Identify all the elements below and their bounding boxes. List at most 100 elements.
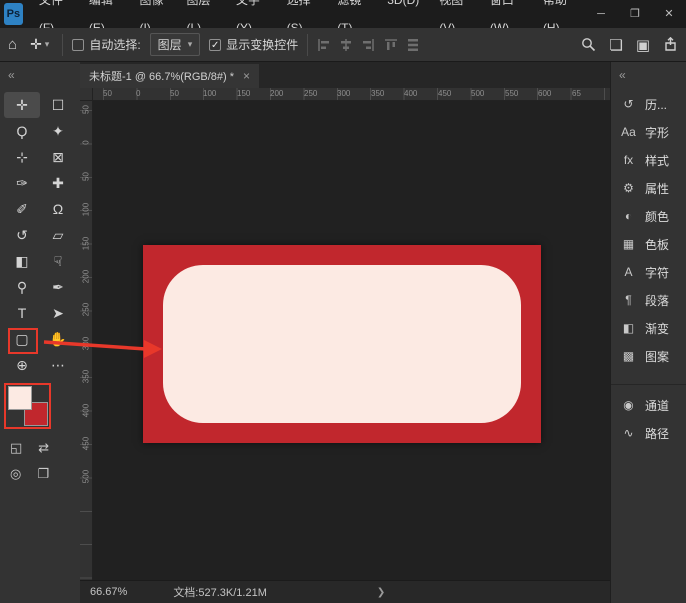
default-colors-icon[interactable]: ◱ xyxy=(10,440,22,456)
gradient-icon: ◧ xyxy=(620,321,637,335)
crop-tool[interactable]: ⊹ xyxy=(4,144,40,170)
clone-stamp-tool[interactable]: Ω xyxy=(40,196,76,222)
panel-tab-paragraph[interactable]: ¶ 段落 xyxy=(611,286,686,314)
maximize-button[interactable]: ❐ xyxy=(618,0,652,28)
color-icon: ◐ xyxy=(620,209,637,223)
panel-tab-paths[interactable]: ∿ 路径 xyxy=(611,419,686,447)
rectangular-marquee-tool[interactable]: ☐ xyxy=(40,92,76,118)
edit-toolbar-button[interactable]: ⋯ xyxy=(40,352,76,378)
zoom-tool[interactable]: ⊕ xyxy=(4,352,40,378)
panel-tab-gradients[interactable]: ◧ 渐变 xyxy=(611,314,686,342)
lasso-tool[interactable]: Ϙ xyxy=(4,118,40,144)
align-left-edges-icon[interactable] xyxy=(317,38,331,52)
toolbox: « ✛ ☐ Ϙ ✦ ⊹ ⊠ ✑ ✚ ✐ Ω ↺ ▱ ◧ ☟ ⚲ ✒ T ➤ ▢ … xyxy=(0,62,80,603)
show-transform-label: 显示变换控件 xyxy=(226,36,298,53)
tool-preset-picker[interactable]: ✛ ▾ xyxy=(26,34,53,55)
auto-select-checkbox[interactable]: 自动选择: xyxy=(72,36,140,53)
eyedropper-tool[interactable]: ✑ xyxy=(4,170,40,196)
panel-tab-swatches[interactable]: ▦ 色板 xyxy=(611,230,686,258)
search-icon[interactable] xyxy=(581,37,596,52)
move-tool[interactable]: ✛ xyxy=(4,92,40,118)
quick-selection-tool[interactable]: ✦ xyxy=(40,118,76,144)
screen-mode-button[interactable]: ❐ xyxy=(37,466,49,482)
color-swatches xyxy=(8,386,48,426)
canvas-pasteboard[interactable] xyxy=(93,101,610,580)
align-horizontal-centers-icon[interactable] xyxy=(339,38,353,52)
frame-tool[interactable]: ⊠ xyxy=(40,144,76,170)
align-top-edges-icon[interactable] xyxy=(384,38,398,52)
panel-label: 样式 xyxy=(645,152,669,169)
hand-tool[interactable]: ✋ xyxy=(40,326,76,352)
panel-tab-character[interactable]: A 字符 xyxy=(611,258,686,286)
foreground-color-swatch[interactable] xyxy=(8,386,32,410)
home-icon[interactable]: ⌂ xyxy=(8,36,17,53)
ruler-label: 150 xyxy=(82,233,91,255)
close-button[interactable]: ✕ xyxy=(652,0,686,28)
rectangle-tool[interactable]: ▢ xyxy=(4,326,40,352)
vertical-ruler: 50 0 50 100 150 200 250 300 350 400 450 … xyxy=(80,101,93,580)
paths-icon: ∿ xyxy=(620,426,637,440)
document-tab[interactable]: 未标题-1 @ 66.7%(RGB/8#) * × xyxy=(80,64,259,88)
auto-select-target-dropdown[interactable]: 图层 ▾ xyxy=(150,33,201,56)
panel-tab-color[interactable]: ◐ 颜色 xyxy=(611,202,686,230)
brush-tool[interactable]: ✐ xyxy=(4,196,40,222)
chevron-down-icon: ▾ xyxy=(188,39,193,50)
rounded-rectangle-shape[interactable] xyxy=(163,265,521,423)
panel-label: 图案 xyxy=(645,348,669,365)
minimize-button[interactable]: ─ xyxy=(584,0,618,28)
type-tool[interactable]: T xyxy=(4,300,40,326)
panel-tab-channels[interactable]: ◉ 通道 xyxy=(611,391,686,419)
ruler-label: 50 xyxy=(103,89,112,98)
path-selection-tool[interactable]: ➤ xyxy=(40,300,76,326)
panel-tab-history[interactable]: ↺ 历... xyxy=(611,90,686,118)
panel-tab-patterns[interactable]: ▩ 图案 xyxy=(611,342,686,370)
workspace-switcher-icon[interactable]: ▣ xyxy=(636,36,650,54)
panel-label: 路径 xyxy=(645,425,669,442)
document-canvas[interactable] xyxy=(143,245,541,443)
swatches-icon: ▦ xyxy=(620,237,637,251)
expand-right-panel-button[interactable]: « xyxy=(611,62,686,90)
panel-tab-glyphs[interactable]: Aa 字形 xyxy=(611,118,686,146)
panel-tab-properties[interactable]: ⚙ 属性 xyxy=(611,174,686,202)
ruler-label: 50 xyxy=(82,166,91,188)
panel-tab-styles[interactable]: fx 样式 xyxy=(611,146,686,174)
ruler-label: 50 xyxy=(82,99,91,121)
ruler-label: 100 xyxy=(203,89,216,98)
options-right-cluster: ❏ ▣ xyxy=(581,36,678,54)
spot-healing-brush-tool[interactable]: ✚ xyxy=(40,170,76,196)
distribute-vertical-centers-icon[interactable] xyxy=(406,38,420,52)
ruler-label: 350 xyxy=(371,89,384,98)
show-transform-controls-checkbox[interactable]: ✓ 显示变换控件 xyxy=(209,36,298,53)
ruler-label: 250 xyxy=(82,299,91,321)
paragraph-icon: ¶ xyxy=(620,293,637,307)
share-icon[interactable] xyxy=(663,37,678,52)
document-area: 未标题-1 @ 66.7%(RGB/8#) * × 50 0 50 100 15… xyxy=(80,62,610,603)
ruler-label: 50 xyxy=(170,89,179,98)
panels-icon[interactable]: ❏ xyxy=(609,36,622,54)
smudge-tool[interactable]: ☟ xyxy=(40,248,76,274)
panel-label: 渐变 xyxy=(645,320,669,337)
history-icon: ↺ xyxy=(620,97,637,111)
pen-tool[interactable]: ✒ xyxy=(40,274,76,300)
ruler-label: 450 xyxy=(82,433,91,455)
pattern-icon: ▩ xyxy=(620,349,637,363)
ruler-label: 100 xyxy=(82,199,91,221)
zoom-level-field[interactable]: 66.67% xyxy=(90,586,127,598)
styles-fx-icon: fx xyxy=(620,153,637,167)
channels-icon: ◉ xyxy=(620,398,637,412)
status-expand-chevron[interactable]: ❯ xyxy=(377,587,385,598)
swap-colors-icon[interactable]: ⇄ xyxy=(38,440,49,456)
align-right-edges-icon[interactable] xyxy=(361,38,375,52)
ruler-label: 0 xyxy=(82,132,91,154)
dodge-tool[interactable]: ⚲ xyxy=(4,274,40,300)
panel-group-2: ◉ 通道 ∿ 路径 xyxy=(611,384,686,447)
collapse-panels-button[interactable]: « xyxy=(0,62,80,92)
gradient-tool[interactable]: ◧ xyxy=(4,248,40,274)
history-brush-tool[interactable]: ↺ xyxy=(4,222,40,248)
tab-close-button[interactable]: × xyxy=(243,69,250,83)
canvas-wrap: 50 0 50 100 150 200 250 300 350 400 450 … xyxy=(80,101,610,580)
eraser-tool[interactable]: ▱ xyxy=(40,222,76,248)
quick-mask-button[interactable]: ◎ xyxy=(10,466,21,482)
panel-label: 属性 xyxy=(645,180,669,197)
auto-select-label: 自动选择: xyxy=(89,36,140,53)
